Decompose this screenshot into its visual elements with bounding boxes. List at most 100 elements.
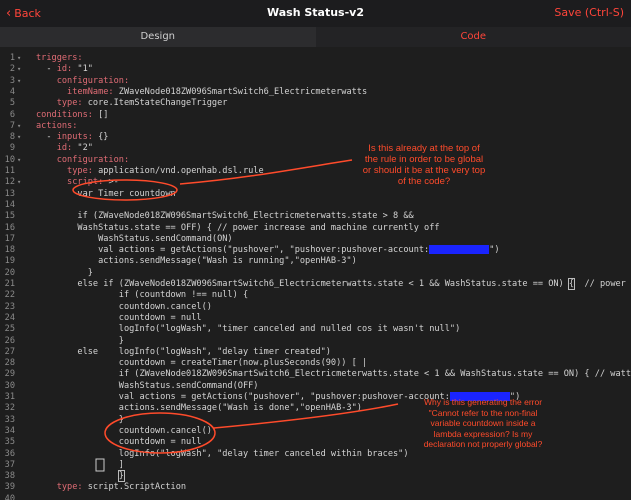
code-token: triggers: (36, 53, 83, 63)
code-token: - (36, 132, 57, 143)
fold-toggle-icon[interactable]: ▾ (17, 64, 21, 75)
line-number: 16 (4, 222, 15, 233)
line-number: 29 (4, 369, 15, 380)
code-token: >- (108, 177, 119, 188)
code-token: countdown = null (36, 312, 202, 323)
annotation-note-error: Why is this generating the error "Cannot… (398, 397, 568, 450)
bracket-match: } (117, 470, 126, 483)
code-token: type: (36, 98, 88, 109)
code-token: id: (36, 143, 78, 154)
line-number: 17 (4, 233, 15, 244)
code-token: "1" (77, 64, 93, 75)
code-token: if (ZWaveNode018ZW096SmartSwitch6_Electr… (36, 211, 414, 222)
code-token: inputs: (56, 132, 99, 143)
code-token: {} (98, 132, 109, 143)
code-text: if (countdown !== null) { (36, 290, 248, 301)
line-number: 31 (4, 392, 15, 402)
line-number: 34 (4, 425, 15, 436)
code-text: } (36, 336, 124, 347)
code-token: itemName: (36, 86, 119, 97)
code-text: type: script.ScriptAction (36, 482, 186, 493)
code-token: - (36, 64, 57, 75)
code-text: WashStatus.sendCommand(ON) (36, 234, 233, 245)
code-text: countdown = null (36, 313, 202, 324)
fold-toggle-icon[interactable]: ▾ (17, 76, 21, 87)
code-text: type: application/vnd.openhab.dsl.rule (36, 166, 264, 177)
line-number: 7 (9, 120, 15, 131)
code-token: WashStatus.sendCommand(ON) (36, 233, 233, 244)
line-number: 27 (4, 346, 15, 357)
tab-design[interactable]: Design (0, 27, 316, 47)
note2-line1: Why is this generating the error (423, 397, 543, 407)
code-text: logInfo("logWash", "delay timer canceled… (36, 449, 409, 460)
code-token: countdown = createTimer(now.plusSeconds(… (36, 358, 368, 369)
code-token: var Timer countdown (36, 188, 176, 199)
line-number: 2 (9, 64, 15, 75)
line-number: 25 (4, 324, 15, 335)
note2-line2: "Cannot refer to the non-final (428, 407, 538, 418)
annotation-note-global: Is this already at the top of the rule i… (340, 143, 508, 187)
note2-line5: declaration not properly global? (423, 439, 543, 449)
line-number: 22 (4, 290, 15, 301)
code-token: configuration: (36, 75, 130, 86)
code-text: WashStatus.state == OFF) { // power incr… (36, 222, 440, 234)
code-text: WashStatus.sendCommand(OFF) (36, 381, 259, 392)
code-token: id: (56, 64, 78, 75)
line-number: 28 (4, 358, 15, 369)
code-text: type: core.ItemStateChangeTrigger (36, 98, 228, 109)
code-token: type: (36, 482, 88, 493)
code-text: countdown = createTimer(now.plusSeconds(… (36, 358, 367, 369)
line-number: 3 (9, 75, 15, 86)
code-text: } (36, 268, 93, 279)
fold-toggle-icon[interactable]: ▾ (17, 53, 21, 64)
fold-toggle-icon[interactable]: ▾ (17, 132, 21, 143)
code-text: - id: "1" (36, 64, 93, 75)
code-token: conditions: (36, 109, 99, 120)
line-number: 12 (4, 177, 15, 188)
note1-line2: the rule in order to be global (364, 154, 484, 165)
code-token: configuration: (36, 154, 130, 165)
save-button[interactable]: Save (Ctrl-S) (554, 6, 624, 19)
line-number: 24 (4, 312, 15, 323)
fold-toggle-icon[interactable]: ▾ (17, 121, 21, 132)
code-text: - inputs: {} (36, 132, 108, 143)
code-token: logInfo("logWash", "timer canceled and n… (36, 324, 461, 335)
line-number: 23 (4, 301, 15, 312)
fold-toggle-icon[interactable]: ▾ (17, 155, 21, 166)
code-text: if (ZWaveNode018ZW096SmartSwitch6_Electr… (36, 211, 414, 222)
line-number: 40 (4, 493, 15, 500)
line-number: 5 (9, 98, 15, 109)
code-token: application/vnd.openhab.dsl.rule (98, 166, 264, 176)
fold-toggle-icon[interactable]: ▾ (17, 177, 21, 188)
code-text: ] (36, 460, 124, 471)
code-token: WashStatus.state == OFF) { // power incr… (36, 222, 440, 233)
line-number: 4 (9, 86, 15, 97)
tab-code[interactable]: Code (315, 27, 631, 47)
line-number: 26 (4, 335, 15, 346)
line-number: 18 (4, 245, 15, 256)
code-token: ") (489, 245, 500, 256)
line-number: 37 (4, 459, 15, 470)
code-text: countdown.cancel() (36, 426, 212, 437)
line-number: 20 (4, 267, 15, 278)
line-number: 11 (4, 166, 15, 176)
note1-line3: or should it be at the very top (362, 165, 486, 176)
code-token: } (36, 414, 124, 425)
code-text: configuration: (36, 155, 129, 166)
code-text: triggers: (36, 53, 83, 64)
line-number: 8 (9, 132, 15, 143)
code-token: else if (ZWaveNode018ZW096SmartSwitch6_E… (36, 279, 569, 289)
window-title: Wash Status-v2 (266, 6, 364, 19)
code-token: countdown.cancel() (36, 301, 212, 312)
line-number: 15 (4, 211, 15, 222)
line-number: 30 (4, 380, 15, 391)
line-number: 21 (4, 279, 15, 289)
code-text: countdown.cancel() (36, 302, 212, 313)
title-bar: ‹ Back Wash Status-v2 Save (Ctrl-S) (0, 0, 631, 27)
code-token: logInfo("logWash", "delay timer canceled… (36, 448, 409, 459)
code-token: countdown = null (36, 437, 202, 448)
line-number: 13 (4, 188, 15, 199)
code-token: countdown.cancel() (36, 425, 212, 436)
code-text: configuration: (36, 76, 129, 87)
